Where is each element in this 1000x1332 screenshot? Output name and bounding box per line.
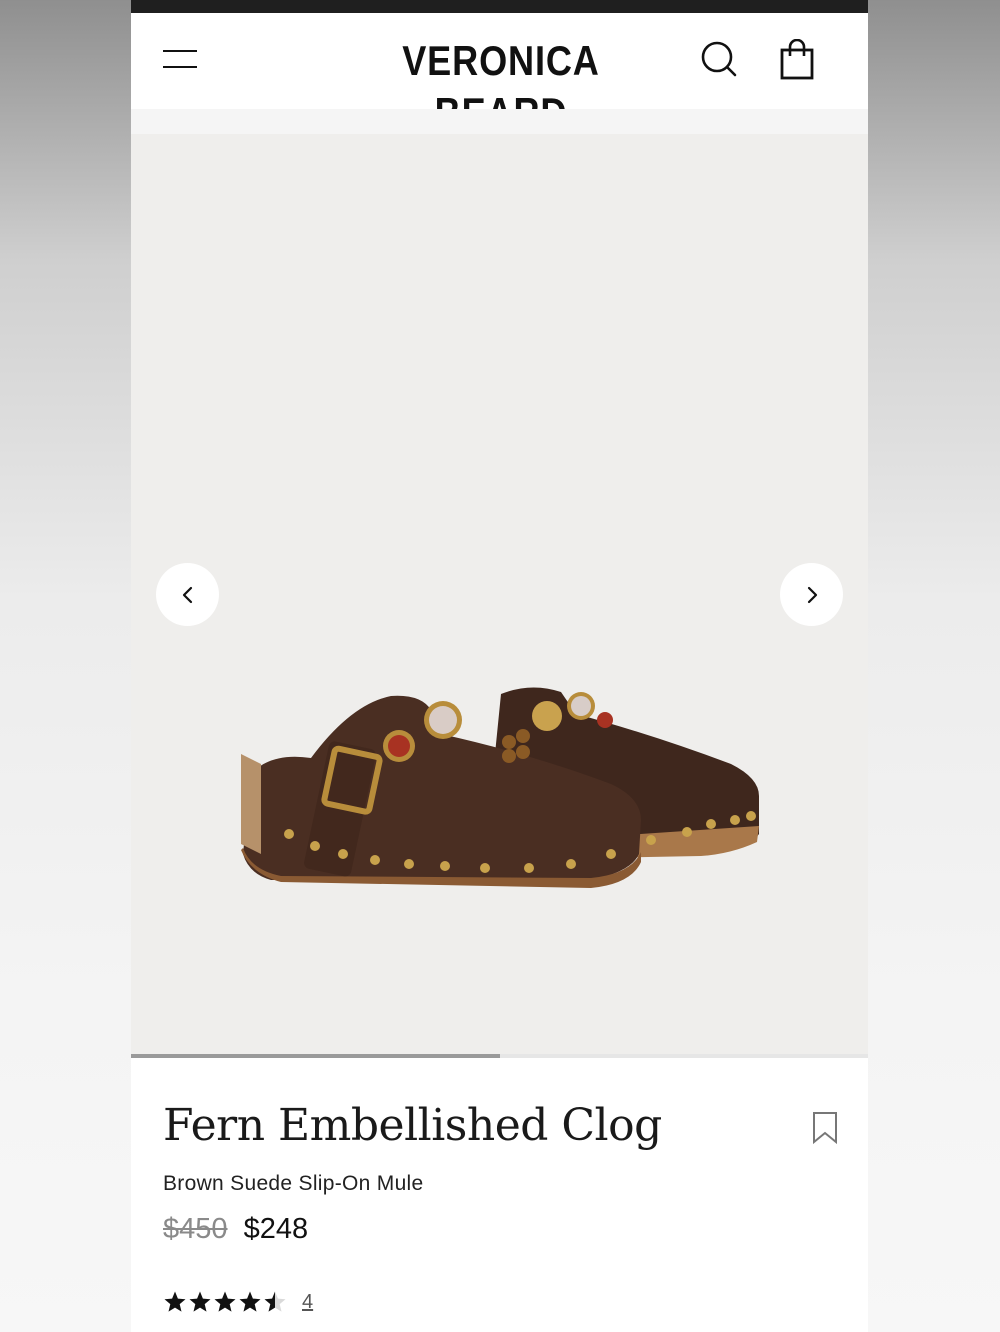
- star-icon: [214, 1291, 236, 1312]
- chevron-left-icon: [182, 586, 192, 603]
- rating-row[interactable]: 4: [163, 1290, 313, 1314]
- star-icon: [239, 1291, 261, 1312]
- shopping-bag-icon: [780, 38, 814, 80]
- site-header: VERONICA BEARD: [131, 13, 868, 136]
- search-button[interactable]: [699, 39, 739, 79]
- cart-button[interactable]: [777, 38, 817, 81]
- product-image: [241, 687, 759, 888]
- gallery-next-button[interactable]: [780, 563, 843, 626]
- gallery-progress-fill: [131, 1054, 500, 1058]
- price-row: $450 $248: [163, 1213, 308, 1246]
- star-icon: [189, 1291, 211, 1312]
- menu-button[interactable]: [163, 46, 197, 70]
- search-icon: [701, 41, 737, 77]
- header-divider-strip: [131, 109, 868, 134]
- star-icon: [264, 1291, 286, 1312]
- status-strip: [131, 0, 868, 13]
- product-subtitle: Brown Suede Slip-On Mule: [163, 1172, 424, 1195]
- gallery-prev-button[interactable]: [156, 563, 219, 626]
- bookmark-icon: [813, 1112, 837, 1145]
- product-title: Fern Embellished Clog: [163, 1100, 662, 1151]
- chevron-right-icon: [807, 586, 817, 603]
- star-icon: [164, 1291, 186, 1312]
- phone-screen: VERONICA BEARD: [131, 0, 868, 1332]
- product-image-gallery[interactable]: [131, 134, 868, 1055]
- sale-price: $248: [243, 1213, 309, 1245]
- original-price: $450: [163, 1213, 228, 1245]
- star-rating: [163, 1290, 288, 1314]
- hamburger-menu-icon-line: [163, 66, 197, 68]
- wishlist-button[interactable]: [811, 1111, 839, 1145]
- review-count-link[interactable]: 4: [302, 1291, 313, 1314]
- gallery-progress-track: [131, 1054, 868, 1058]
- hamburger-menu-icon: [163, 50, 197, 52]
